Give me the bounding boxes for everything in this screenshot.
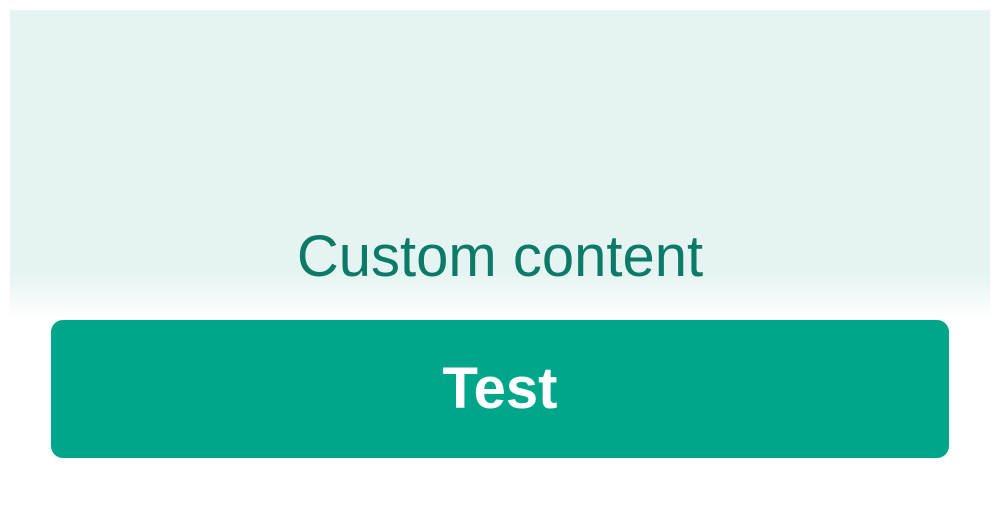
screen: Custom content Test bbox=[0, 0, 1000, 509]
test-button[interactable]: Test bbox=[51, 320, 949, 458]
custom-content-text: Custom content bbox=[296, 224, 704, 289]
custom-content-area: Custom content bbox=[10, 10, 990, 320]
test-button-label: Test bbox=[442, 356, 558, 421]
